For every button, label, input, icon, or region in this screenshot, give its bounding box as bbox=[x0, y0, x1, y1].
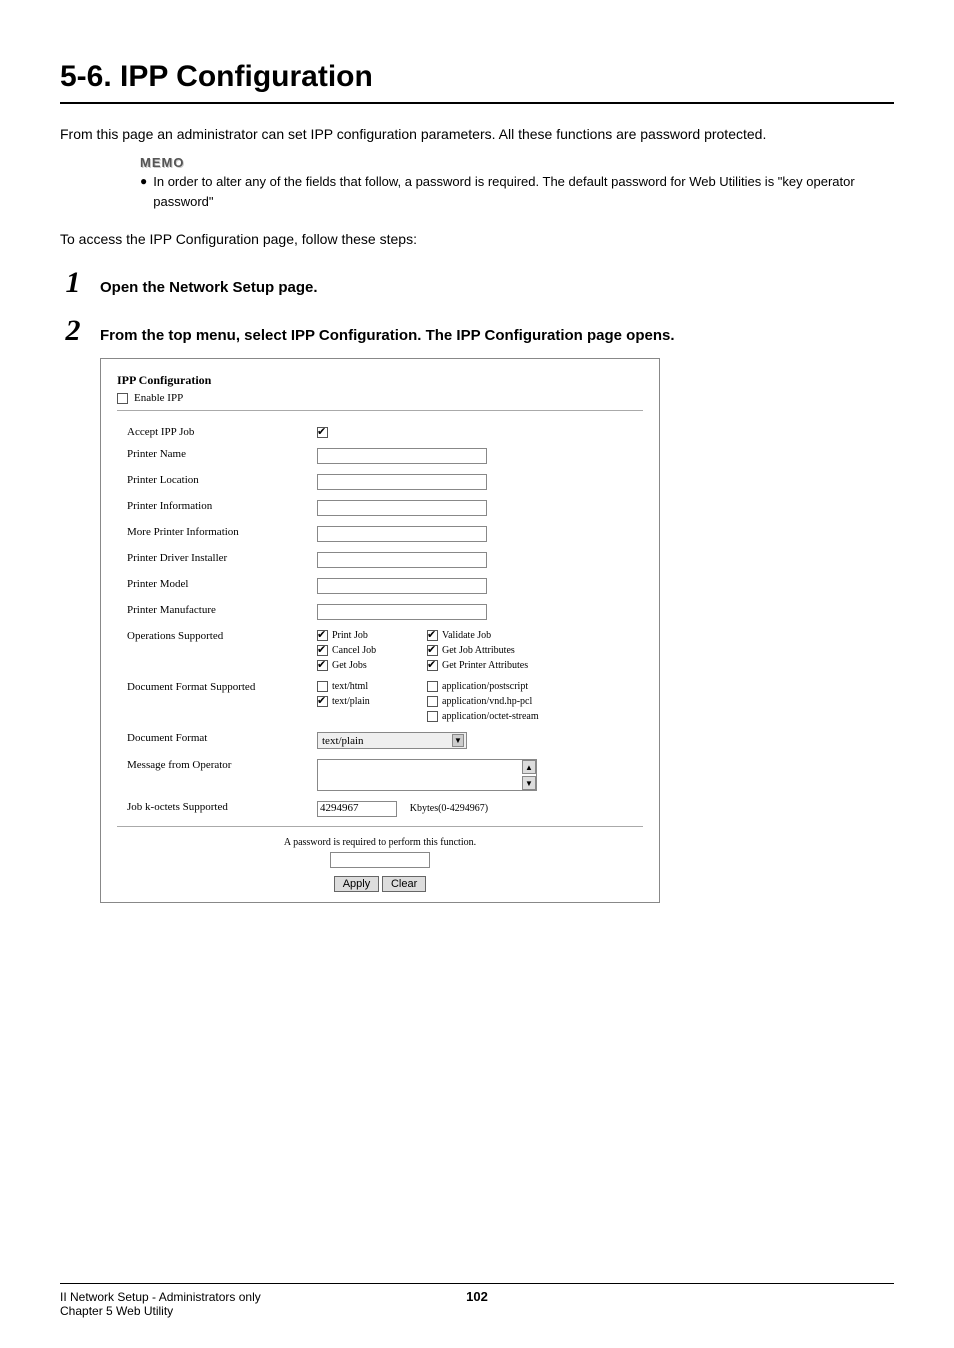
chevron-down-icon: ▼ bbox=[452, 734, 464, 747]
clear-button[interactable]: Clear bbox=[382, 876, 426, 892]
print-job-label: Print Job bbox=[332, 630, 368, 641]
msg-operator-textarea[interactable]: ▲ ▼ bbox=[317, 759, 537, 791]
memo-label: MEMO bbox=[140, 155, 894, 170]
app-octet-label: application/octet-stream bbox=[442, 711, 539, 722]
validate-job-label: Validate Job bbox=[442, 630, 491, 641]
step-1-number: 1 bbox=[60, 268, 86, 298]
validate-job-checkbox[interactable] bbox=[427, 630, 438, 641]
get-job-attr-label: Get Job Attributes bbox=[442, 645, 515, 656]
access-text: To access the IPP Configuration page, fo… bbox=[60, 229, 894, 250]
printer-mfr-input[interactable] bbox=[317, 604, 487, 620]
intro-text: From this page an administrator can set … bbox=[60, 124, 894, 145]
password-note: A password is required to perform this f… bbox=[117, 837, 643, 848]
get-job-attr-checkbox[interactable] bbox=[427, 645, 438, 656]
get-printer-attr-checkbox[interactable] bbox=[427, 660, 438, 671]
more-printer-info-label: More Printer Information bbox=[127, 526, 317, 538]
app-postscript-checkbox[interactable] bbox=[427, 681, 438, 692]
app-vnd-hp-pcl-label: application/vnd.hp-pcl bbox=[442, 696, 532, 707]
step-1: 1 Open the Network Setup page. bbox=[60, 268, 894, 298]
msg-operator-label: Message from Operator bbox=[127, 759, 317, 771]
printer-info-label: Printer Information bbox=[127, 500, 317, 512]
app-postscript-label: application/postscript bbox=[442, 681, 528, 692]
enable-ipp-checkbox[interactable] bbox=[117, 393, 128, 404]
step-1-text: Open the Network Setup page. bbox=[100, 279, 318, 296]
footer: II Network Setup - Administrators only C… bbox=[60, 1283, 894, 1318]
divider bbox=[117, 826, 643, 827]
printer-info-input[interactable] bbox=[317, 500, 487, 516]
printer-location-input[interactable] bbox=[317, 474, 487, 490]
memo-block: MEMO ● In order to alter any of the fiel… bbox=[140, 155, 894, 211]
scroll-down-icon[interactable]: ▼ bbox=[522, 776, 536, 790]
printer-mfr-label: Printer Manufacture bbox=[127, 604, 317, 616]
printer-location-label: Printer Location bbox=[127, 474, 317, 486]
ipp-config-screenshot: IPP Configuration Enable IPP Accept IPP … bbox=[100, 358, 660, 903]
scroll-up-icon[interactable]: ▲ bbox=[522, 760, 536, 774]
doc-format-supported-label: Document Format Supported bbox=[127, 681, 317, 693]
text-plain-checkbox[interactable] bbox=[317, 696, 328, 707]
title-rule bbox=[60, 102, 894, 104]
cancel-job-checkbox[interactable] bbox=[317, 645, 328, 656]
password-input[interactable] bbox=[330, 852, 430, 868]
job-koctets-unit: Kbytes(0-4294967) bbox=[410, 803, 488, 814]
job-koctets-input[interactable]: 4294967 bbox=[317, 801, 397, 817]
footer-rule bbox=[60, 1283, 894, 1284]
accept-ipp-checkbox[interactable] bbox=[317, 427, 328, 438]
doc-format-label: Document Format bbox=[127, 732, 317, 744]
memo-text: In order to alter any of the fields that… bbox=[153, 172, 894, 211]
panel-title: IPP Configuration bbox=[117, 373, 643, 388]
bullet-icon: ● bbox=[140, 172, 147, 191]
more-printer-info-input[interactable] bbox=[317, 526, 487, 542]
page-title: 5-6. IPP Configuration bbox=[60, 60, 894, 94]
text-html-checkbox[interactable] bbox=[317, 681, 328, 692]
doc-format-selected: text/plain bbox=[322, 735, 364, 747]
app-vnd-hp-pcl-checkbox[interactable] bbox=[427, 696, 438, 707]
printer-name-label: Printer Name bbox=[127, 448, 317, 460]
get-jobs-checkbox[interactable] bbox=[317, 660, 328, 671]
app-octet-checkbox[interactable] bbox=[427, 711, 438, 722]
cancel-job-label: Cancel Job bbox=[332, 645, 376, 656]
footer-line2: Chapter 5 Web Utility bbox=[60, 1304, 894, 1318]
text-html-label: text/html bbox=[332, 681, 368, 692]
get-printer-attr-label: Get Printer Attributes bbox=[442, 660, 528, 671]
text-plain-label: text/plain bbox=[332, 696, 370, 707]
doc-format-select[interactable]: text/plain ▼ bbox=[317, 732, 467, 749]
step-2-number: 2 bbox=[60, 316, 86, 346]
printer-model-input[interactable] bbox=[317, 578, 487, 594]
driver-installer-input[interactable] bbox=[317, 552, 487, 568]
print-job-checkbox[interactable] bbox=[317, 630, 328, 641]
get-jobs-label: Get Jobs bbox=[332, 660, 367, 671]
job-koctets-label: Job k-octets Supported bbox=[127, 801, 317, 813]
enable-ipp-label: Enable IPP bbox=[134, 392, 183, 404]
step-2: 2 From the top menu, select IPP Configur… bbox=[60, 316, 894, 346]
page-number: 102 bbox=[466, 1289, 488, 1304]
ops-supported-label: Operations Supported bbox=[127, 630, 317, 642]
step-2-text: From the top menu, select IPP Configurat… bbox=[100, 327, 675, 344]
printer-name-input[interactable] bbox=[317, 448, 487, 464]
accept-ipp-label: Accept IPP Job bbox=[127, 426, 317, 438]
divider bbox=[117, 410, 643, 411]
printer-model-label: Printer Model bbox=[127, 578, 317, 590]
apply-button[interactable]: Apply bbox=[334, 876, 380, 892]
driver-installer-label: Printer Driver Installer bbox=[127, 552, 317, 564]
